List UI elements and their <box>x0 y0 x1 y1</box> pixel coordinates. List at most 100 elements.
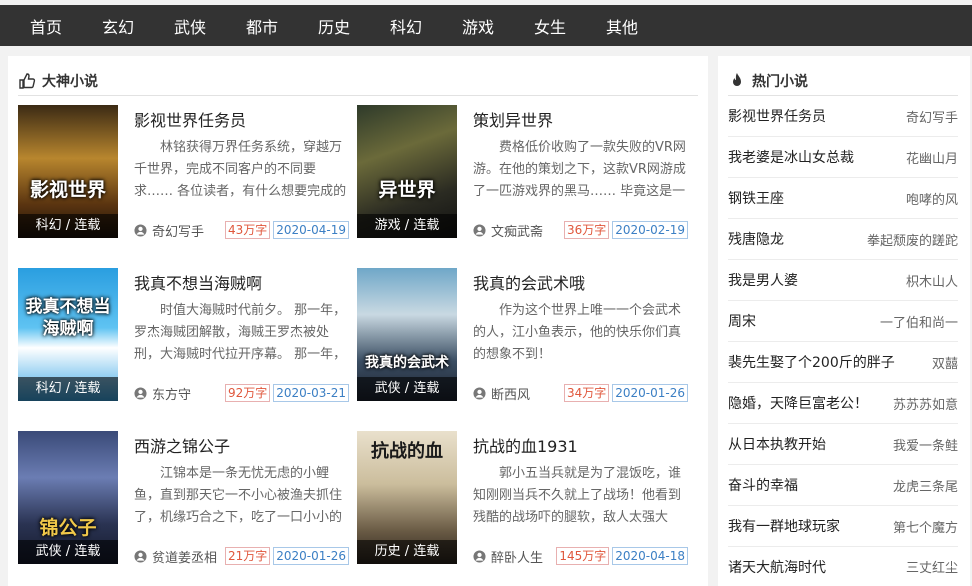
hot-book-author[interactable]: 第七个魔方 <box>893 517 958 536</box>
hot-title: 热门小说 <box>752 74 808 90</box>
hot-list-item[interactable]: 隐婚，天降巨富老公！ 苏苏苏如意 <box>728 383 958 424</box>
book-desc: 费格低价收购了一款失败的VR网游。在他的策划之下，这款VR网游成了一匹游戏界的黑… <box>473 140 686 199</box>
user-icon <box>473 223 486 237</box>
nav-wuxia[interactable]: 武侠 <box>154 14 226 38</box>
hot-book-author[interactable]: 枳木山人 <box>906 271 958 290</box>
hot-book-name[interactable]: 钢铁王座 <box>728 188 784 208</box>
flame-icon <box>728 72 746 90</box>
update-date-badge: 2020-01-26 <box>612 384 688 402</box>
hot-book-name[interactable]: 残唐隐龙 <box>728 229 784 249</box>
hot-list-item[interactable]: 残唐隐龙 拳起颓废的蹉跎 <box>728 219 958 260</box>
book-meta: 断西风 34万字 2020-01-26 <box>473 383 688 403</box>
hot-book-name[interactable]: 影视世界任务员 <box>728 106 826 126</box>
hot-book-name[interactable]: 奋斗的幸福 <box>728 475 798 495</box>
cover-title: 抗战的血 <box>371 441 443 462</box>
top-nav: 首页 玄幻 武侠 都市 历史 科幻 游戏 女生 其他 <box>0 5 972 46</box>
book-desc: 作为这个世界上唯一一个会武术的人，江小鱼表示，他的快乐你们真的想象不到！ <box>473 303 682 362</box>
book-meta: 奇幻写手 43万字 2020-04-19 <box>134 220 349 240</box>
book-cover[interactable]: 抗战的血 历史 / 连载 <box>357 431 457 564</box>
book-card[interactable]: 抗战的血 历史 / 连载 抗战的血1931 郭小五当兵就是为了混饭吃，谁知刚刚当… <box>357 431 688 566</box>
nav-nvsheng[interactable]: 女生 <box>514 14 586 38</box>
hot-book-author[interactable]: 拳起颓废的蹉跎 <box>867 230 958 249</box>
thumbs-up-icon <box>18 72 36 90</box>
book-title[interactable]: 策划异世界 <box>473 107 553 131</box>
hot-list-item[interactable]: 从日本执教开始 我爱一条鲑 <box>728 424 958 465</box>
hot-list-item[interactable]: 周宋 一了伯和尚一 <box>728 301 958 342</box>
nav-dushi[interactable]: 都市 <box>226 14 298 38</box>
book-author[interactable]: 断西风 <box>491 384 564 403</box>
hot-list-item[interactable]: 裴先生娶了个200斤的胖子 双囍 <box>728 342 958 383</box>
hot-book-author[interactable]: 三丈红尘 <box>906 557 958 576</box>
book-card[interactable]: 影视世界 科幻 / 连载 影视世界任务员 林铭获得万界任务系统，穿越万千世界，完… <box>18 105 349 240</box>
book-title[interactable]: 西游之锦公子 <box>134 433 230 457</box>
hot-list-item[interactable]: 我是男人婆 枳木山人 <box>728 260 958 301</box>
book-desc: 郭小五当兵就是为了混饭吃，谁知刚刚当兵不久就上了战场！他看到残酷的战场吓的腿软，… <box>473 466 682 525</box>
book-title[interactable]: 我真不想当海贼啊 <box>134 270 262 294</box>
book-author[interactable]: 奇幻写手 <box>152 221 225 240</box>
hot-book-name[interactable]: 周宋 <box>728 311 756 331</box>
book-title[interactable]: 影视世界任务员 <box>134 107 246 131</box>
book-cover[interactable]: 我真的会武术 武侠 / 连载 <box>357 268 457 401</box>
featured-panel: 大神小说 影视世界 科幻 / 连载 影视世界任务员 林铭获得万界任务系统，穿越万… <box>8 56 708 586</box>
featured-title: 大神小说 <box>42 74 98 90</box>
book-card[interactable]: 锦公子 武侠 / 连载 西游之锦公子 江锦本是一条无忧无虑的小鲤鱼，直到那天它一… <box>18 431 349 566</box>
word-count-badge: 92万字 <box>224 384 271 402</box>
hot-book-author[interactable]: 双囍 <box>932 353 958 372</box>
user-icon <box>134 386 147 400</box>
hot-list-item[interactable]: 我老婆是冰山女总裁 花幽山月 <box>728 137 958 178</box>
category-label: 科幻 / 连载 <box>18 214 118 238</box>
hot-book-name[interactable]: 我老婆是冰山女总裁 <box>728 147 854 167</box>
hot-book-author[interactable]: 苏苏苏如意 <box>893 394 958 413</box>
hot-list-item[interactable]: 诸天大航海时代 三丈红尘 <box>728 547 958 586</box>
hot-list-item[interactable]: 影视世界任务员 奇幻写手 <box>728 96 958 137</box>
hot-book-name[interactable]: 从日本执教开始 <box>728 434 826 454</box>
book-cover[interactable]: 我真不想当海贼啊 科幻 / 连载 <box>18 268 118 401</box>
hot-book-name[interactable]: 我有一群地球玩家 <box>728 516 840 536</box>
hot-book-author[interactable]: 花幽山月 <box>906 148 958 167</box>
word-count-badge: 43万字 <box>224 221 271 239</box>
hot-book-author[interactable]: 我爱一条鲑 <box>893 435 958 454</box>
nav-home[interactable]: 首页 <box>10 14 82 38</box>
category-label: 武侠 / 连载 <box>357 377 457 401</box>
user-icon <box>134 223 147 237</box>
book-author[interactable]: 醉卧人生 <box>491 547 556 566</box>
cover-title: 影视世界 <box>29 179 106 201</box>
book-author[interactable]: 文痴武斋 <box>491 221 564 240</box>
hot-book-name[interactable]: 我是男人婆 <box>728 270 798 290</box>
book-desc: 林铭获得万界任务系统，穿越万千世界，完成不同客户的不同要求…… 各位读者，有什么… <box>134 140 347 199</box>
nav-kehuan[interactable]: 科幻 <box>370 14 442 38</box>
book-meta: 东方守 92万字 2020-03-21 <box>134 383 349 403</box>
hot-list-item[interactable]: 钢铁王座 咆哮的风 <box>728 178 958 219</box>
nav-xuanhuan[interactable]: 玄幻 <box>82 14 154 38</box>
featured-header: 大神小说 <box>18 66 98 96</box>
book-card[interactable]: 异世界 游戏 / 连载 策划异世界 费格低价收购了一款失败的VR网游。在他的策划… <box>357 105 688 240</box>
book-author[interactable]: 东方守 <box>152 384 225 403</box>
category-label: 武侠 / 连载 <box>18 540 118 564</box>
category-label: 科幻 / 连载 <box>18 377 118 401</box>
book-title[interactable]: 我真的会武术哦 <box>473 270 585 294</box>
book-cover[interactable]: 锦公子 武侠 / 连载 <box>18 431 118 564</box>
book-author[interactable]: 贫道姜丞相 <box>152 547 225 566</box>
hot-header: 热门小说 <box>728 66 808 96</box>
book-card[interactable]: 我真不想当海贼啊 科幻 / 连载 我真不想当海贼啊 时值大海贼时代前夕。 那一年… <box>18 268 349 403</box>
hot-book-name[interactable]: 诸天大航海时代 <box>728 557 826 577</box>
hot-book-author[interactable]: 一了伯和尚一 <box>880 312 958 331</box>
hot-list-item[interactable]: 奋斗的幸福 龙虎三条尾 <box>728 465 958 506</box>
hot-book-name[interactable]: 隐婚，天降巨富老公！ <box>728 393 868 413</box>
book-cover[interactable]: 异世界 游戏 / 连载 <box>357 105 457 238</box>
book-title[interactable]: 抗战的血1931 <box>473 433 578 457</box>
nav-qita[interactable]: 其他 <box>586 14 658 38</box>
book-card[interactable]: 我真的会武术 武侠 / 连载 我真的会武术哦 作为这个世界上唯一一个会武术的人，… <box>357 268 688 403</box>
featured-divider <box>18 95 698 96</box>
nav-lishi[interactable]: 历史 <box>298 14 370 38</box>
nav-youxi[interactable]: 游戏 <box>442 14 514 38</box>
word-count-badge: 36万字 <box>563 221 610 239</box>
book-meta: 醉卧人生 145万字 2020-04-18 <box>473 546 688 566</box>
hot-book-author[interactable]: 龙虎三条尾 <box>893 476 958 495</box>
hot-book-author[interactable]: 咆哮的风 <box>906 189 958 208</box>
book-desc: 江锦本是一条无忧无虑的小鲤鱼，直到那天它一不小心被渔夫抓住了，机缘巧合之下，吃了… <box>134 466 343 525</box>
hot-book-name[interactable]: 裴先生娶了个200斤的胖子 <box>728 352 895 372</box>
hot-list-item[interactable]: 我有一群地球玩家 第七个魔方 <box>728 506 958 547</box>
hot-book-author[interactable]: 奇幻写手 <box>906 107 958 126</box>
book-cover[interactable]: 影视世界 科幻 / 连载 <box>18 105 118 238</box>
